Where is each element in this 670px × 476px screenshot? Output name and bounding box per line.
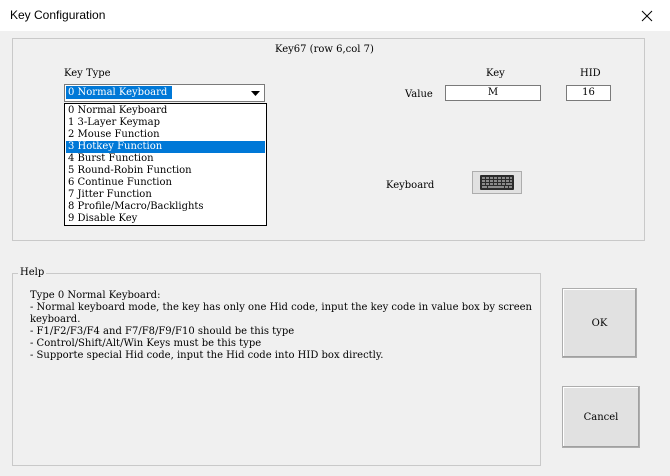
key-type-option[interactable]: 0 Normal Keyboard [66, 105, 265, 117]
hid-column-header: HID [580, 68, 601, 79]
chevron-down-icon [250, 90, 260, 96]
close-icon [641, 10, 653, 21]
key-type-option[interactable]: 6 Continue Function [66, 177, 265, 189]
combo-dropdown-button[interactable] [247, 85, 263, 101]
key-column-header: Key [486, 68, 505, 79]
ok-button-label: OK [591, 317, 608, 329]
key-type-label: Key Type [64, 68, 111, 79]
key-value-field[interactable]: M [445, 85, 541, 101]
close-button[interactable] [624, 0, 670, 31]
key-header: Key67 (row 6,col 7) [275, 44, 374, 55]
key-type-option[interactable]: 1 3-Layer Keymap [66, 117, 265, 129]
key-type-option[interactable]: 8 Profile/Macro/Backlights [66, 201, 265, 213]
screen-keyboard-button[interactable] [472, 171, 522, 194]
key-type-option[interactable]: 7 Jitter Function [66, 189, 265, 201]
help-legend: Help [18, 267, 47, 279]
key-type-dropdown-list[interactable]: 0 Normal Keyboard 1 3-Layer Keymap 2 Mou… [64, 103, 267, 226]
key-type-option[interactable]: 2 Mouse Function [66, 129, 265, 141]
value-label: Value [405, 89, 433, 100]
key-type-selected: 0 Normal Keyboard [66, 86, 172, 99]
window-title: Key Configuration [10, 8, 106, 22]
key-type-option[interactable]: 5 Round-Robin Function [66, 165, 265, 177]
key-type-option[interactable]: 9 Disable Key [66, 213, 265, 225]
key-type-option-highlighted[interactable]: 3 Hotkey Function [66, 141, 265, 153]
keyboard-icon [480, 175, 514, 190]
help-text: Type 0 Normal Keyboard: - Normal keyboar… [30, 290, 532, 361]
hid-value-field[interactable]: 16 [566, 85, 611, 101]
key-type-option[interactable]: 4 Burst Function [66, 153, 265, 165]
keyboard-label: Keyboard [386, 180, 435, 191]
cancel-button-label: Cancel [583, 411, 619, 423]
cancel-button[interactable]: Cancel [562, 386, 640, 448]
ok-button[interactable]: OK [562, 288, 637, 358]
